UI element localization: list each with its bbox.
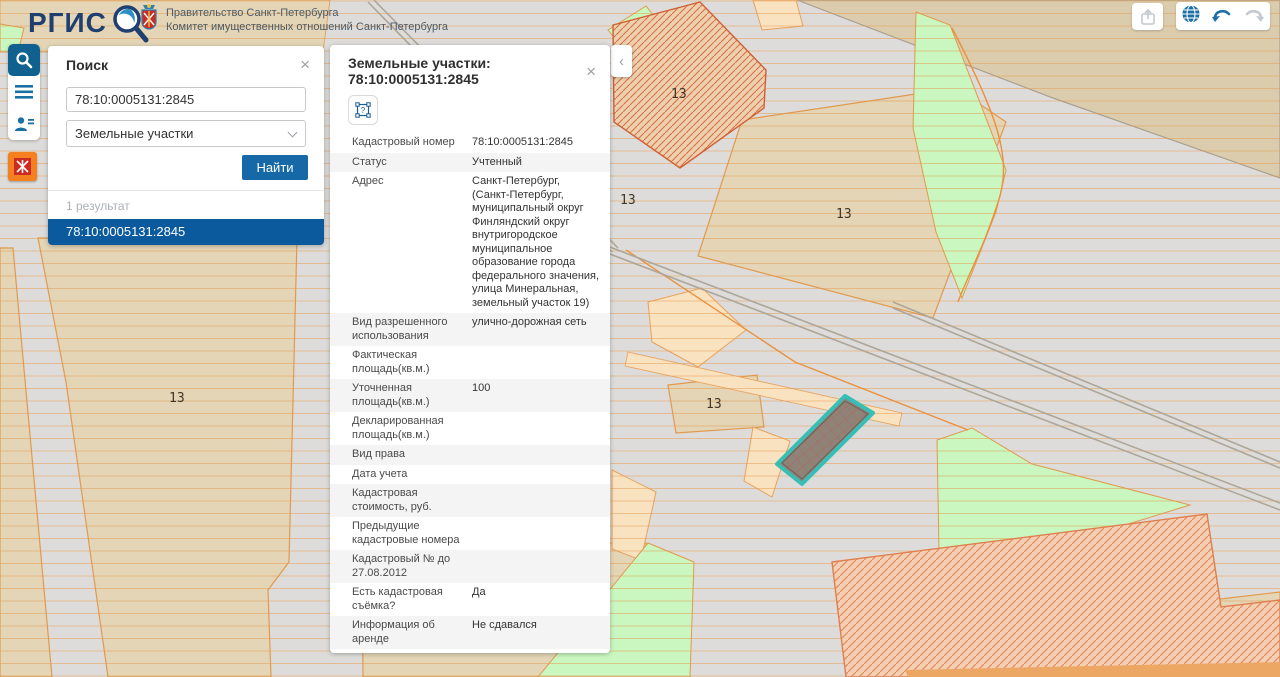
info-row-value: Санкт-Петербург, (Санкт-Петербург, муниц… [472,175,600,310]
layers-menu-button[interactable] [8,76,40,108]
parcel-label: 13 [706,397,722,412]
info-table-row: Вид разрешенного использованияулично-дор… [330,313,610,346]
info-table-row: Есть кадастровая съёмка?Да [330,583,610,616]
info-row-label: Кадастровая стоимость, руб. [352,487,472,514]
info-row-label: Адрес [352,175,472,310]
info-table-row: Уточненная площадь(кв.м.)100 [330,379,610,412]
parcel-info-panel: Земельные участки: 78:10:0005131:2845 × … [330,45,610,653]
search-panel-title: Поиск [66,57,296,73]
info-row-value [472,487,600,514]
info-row-value: Учтенный [472,156,600,170]
info-table-row: Фактическая площадь(кв.м.) [330,346,610,379]
info-row-value: улично-дорожная сеть [472,316,600,343]
results-count: 1 результат [48,190,324,219]
info-table-row: Кадастровая стоимость, руб. [330,484,610,517]
info-table-row: Дата учета [330,465,610,485]
info-row-value: 78:10:0005131:2845 [472,136,600,150]
info-table: Кадастровый номер78:10:0005131:2845Стату… [330,133,610,653]
info-row-label: Уточненная площадь(кв.м.) [352,382,472,409]
find-button[interactable]: Найти [242,155,308,180]
user-requests-button[interactable] [8,108,40,140]
parcel-label: 13 [620,193,636,208]
info-toolbar: ? [330,93,610,133]
info-row-label: Кадастровый № до 27.08.2012 [352,553,472,580]
search-input[interactable] [66,87,306,112]
info-row-value: 100 [472,382,600,409]
chevron-down-icon [288,128,298,138]
info-panel-header: Земельные участки: 78:10:0005131:2845 × [330,45,610,93]
chevron-left-icon: ‹ [619,53,624,70]
undo-icon [1211,5,1233,23]
spb-coat-of-arms-icon [139,3,159,33]
identify-on-map-button[interactable]: ? [348,95,378,125]
info-row-label: Информация об аренде [352,619,472,646]
info-row-label: Кадастровый номер [352,136,472,150]
parcel-label: 13 [169,391,185,406]
info-row-label: Дата учета [352,468,472,482]
info-row-value: Не сдавался [472,619,600,646]
info-row-value [472,349,600,376]
person-list-icon [14,116,34,132]
info-row-label: Предыдущие кадастровые номера [352,520,472,547]
logo-text: РГИС [28,7,107,39]
info-row-label: Статус [352,156,472,170]
search-tool-button[interactable] [8,44,40,76]
parcel-label: 13 [671,87,687,102]
app-logo[interactable]: РГИС [28,2,151,44]
org-line2: Комитет имущественных отношений Санкт-Пе… [166,20,448,34]
search-panel-header: Поиск × [48,46,324,79]
search-icon [15,51,33,69]
svg-text:?: ? [361,106,366,115]
undo-button[interactable] [1211,5,1233,28]
info-table-row: Предыдущие кадастровые номера [330,517,610,550]
export-button[interactable] [1132,3,1163,30]
redo-icon [1243,5,1265,23]
panel-collapse-button[interactable]: ‹ [611,45,632,77]
language-globe-button[interactable] [1181,4,1201,29]
info-table-row: Декларированная площадь(кв.м.) [330,412,610,445]
info-row-value [472,468,600,482]
info-panel-title: Земельные участки: 78:10:0005131:2845 [348,55,582,87]
info-row-value [472,520,600,547]
org-line1: Правительство Санкт-Петербурга [166,6,448,20]
export-icon [1139,8,1157,26]
info-row-value [472,448,600,462]
close-icon[interactable]: × [582,63,600,80]
info-table-row: Кадастровый № до 27.08.2012 [330,550,610,583]
layer-select[interactable]: Земельные участки [66,120,306,147]
info-table-row: Информация об арендеНе сдавался [330,616,610,649]
search-result-item[interactable]: 78:10:0005131:2845 [48,219,324,245]
identify-area-icon: ? [354,101,372,119]
redo-button[interactable] [1243,5,1265,28]
info-row-label: Вид разрешенного использования [352,316,472,343]
left-toolbar [8,44,40,140]
map-legend-button[interactable] [8,152,37,181]
parcel-label: 13 [836,207,852,222]
info-row-value: Да [472,586,600,613]
info-row-label: Есть кадастровая съёмка? [352,586,472,613]
org-title: Правительство Санкт-Петербурга Комитет и… [166,6,448,34]
info-row-label: Декларированная площадь(кв.м.) [352,415,472,442]
info-table-row: СтатусУчтенный [330,153,610,173]
search-form: Земельные участки Найти [48,79,324,180]
search-results: 78:10:0005131:2845 [48,219,324,245]
app-window: 13 13 13 13 13 РГИС Правительство Санкт-… [0,0,1280,677]
map-nav-button-group [1176,2,1270,30]
search-panel: Поиск × Земельные участки Найти 1 резуль… [48,46,324,245]
info-row-value [472,415,600,442]
info-row-label: Вид права [352,448,472,462]
close-icon[interactable]: × [296,56,314,73]
info-row-label: Фактическая площадь(кв.м.) [352,349,472,376]
info-table-row: Вид права [330,445,610,465]
globe-icon [1181,4,1201,24]
layer-select-value: Земельные участки [75,126,193,141]
info-row-value [472,553,600,580]
info-table-row: АдресСанкт-Петербург, (Санкт-Петербург, … [330,172,610,313]
info-table-row: Кадастровый номер78:10:0005131:2845 [330,133,610,153]
hamburger-menu-icon [15,85,33,99]
spb-arms-small-icon [14,158,31,175]
